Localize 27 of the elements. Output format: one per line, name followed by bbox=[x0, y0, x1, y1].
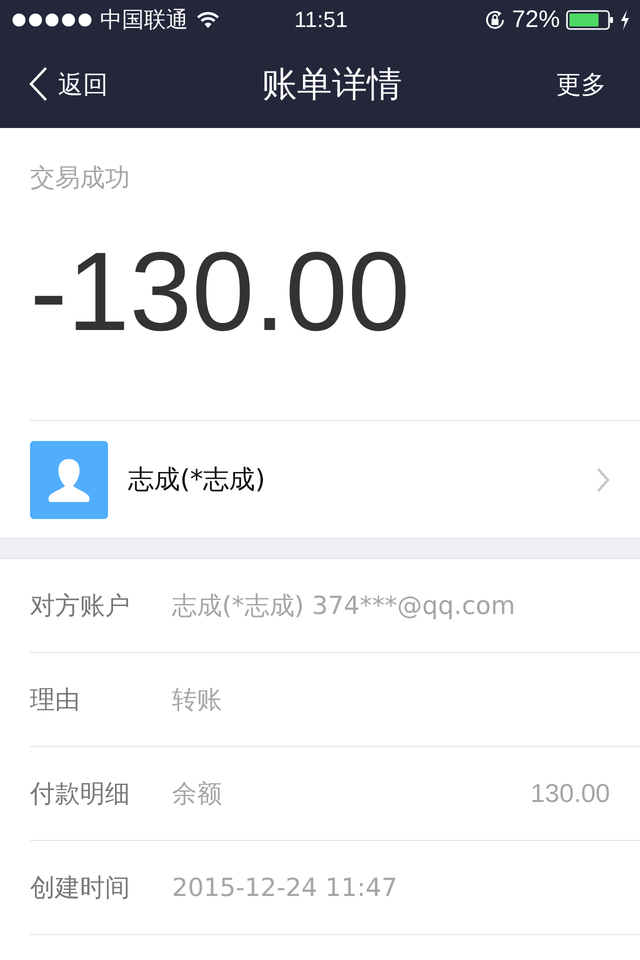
battery-percent: 72% bbox=[512, 6, 560, 34]
contact-name: 志成(*志成) bbox=[128, 464, 266, 497]
more-button[interactable]: 更多 bbox=[556, 68, 606, 100]
rotation-lock-icon bbox=[484, 9, 506, 31]
chevron-right-icon bbox=[596, 466, 610, 492]
transaction-status: 交易成功 bbox=[30, 162, 131, 194]
charging-icon bbox=[620, 10, 630, 30]
detail-value: 2015-12-24 11:47 bbox=[172, 873, 398, 902]
detail-label: 创建时间 bbox=[30, 872, 131, 904]
wifi-icon bbox=[196, 11, 220, 29]
contact-row[interactable]: 志成(*志成) bbox=[0, 421, 640, 538]
avatar-icon bbox=[30, 440, 108, 518]
detail-amount: 130.00 bbox=[530, 778, 610, 809]
clock-time: 11:51 bbox=[294, 7, 348, 33]
detail-label: 付款明细 bbox=[30, 778, 131, 810]
amount-value: -130.00 bbox=[30, 236, 411, 348]
detail-label: 对方账户 bbox=[30, 590, 131, 622]
detail-value: 余额 bbox=[172, 778, 223, 810]
signal-icon bbox=[12, 13, 92, 27]
battery-icon bbox=[566, 10, 614, 30]
detail-value: 志成(*志成) 374***@qq.com bbox=[172, 590, 516, 622]
detail-label: 理由 bbox=[30, 684, 81, 716]
page-title: 账单详情 bbox=[262, 64, 402, 106]
detail-value: 转账 bbox=[172, 684, 223, 716]
chevron-left-icon bbox=[28, 66, 48, 102]
back-button[interactable]: 返回 bbox=[28, 66, 108, 102]
carrier-name: 中国联通 bbox=[100, 7, 188, 35]
